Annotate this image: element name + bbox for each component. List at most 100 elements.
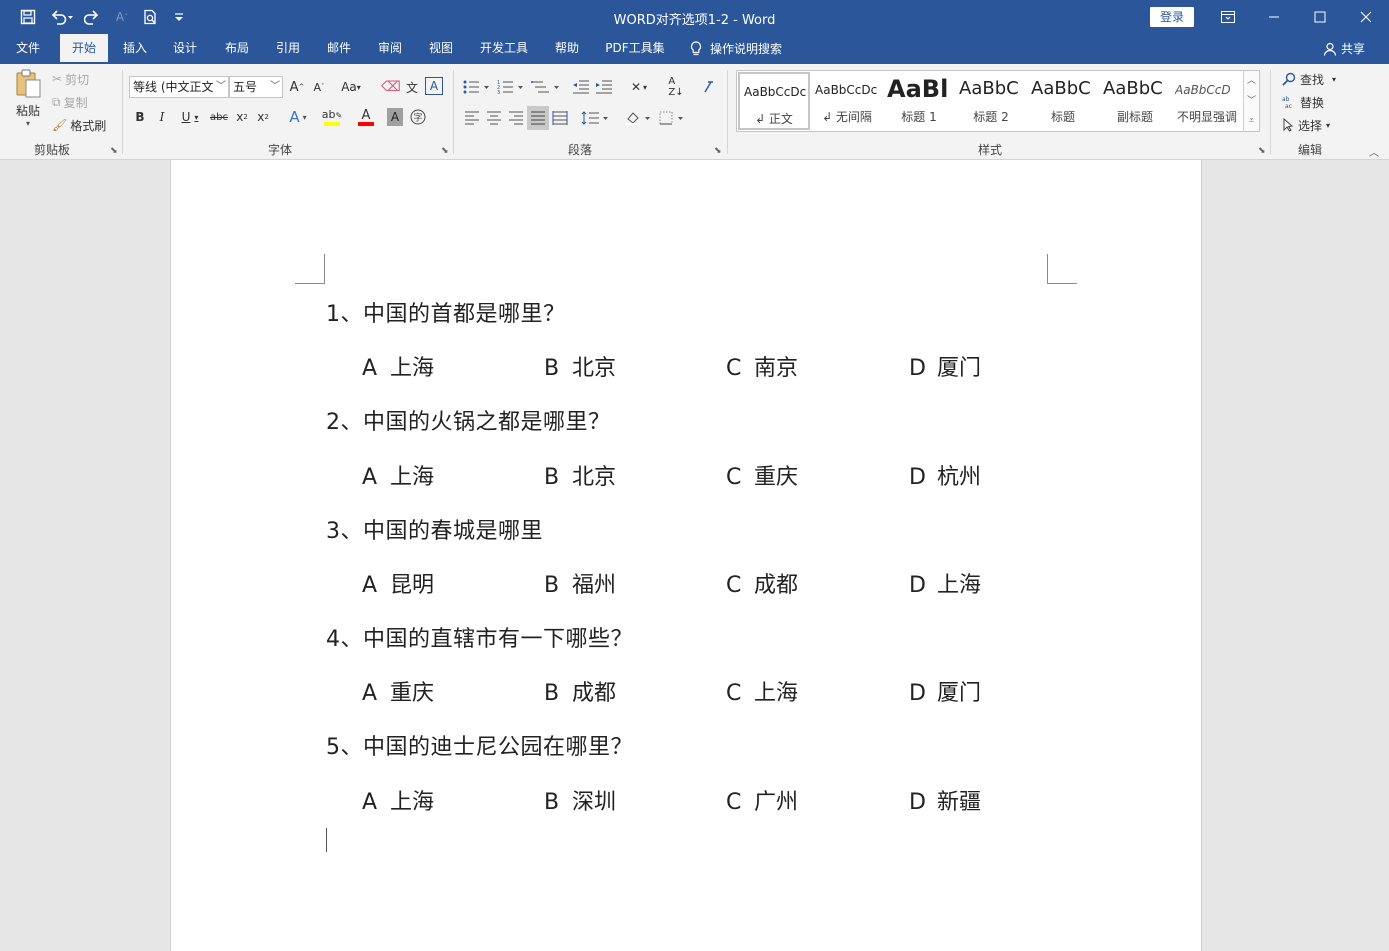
option-item[interactable]: D 厦门 (909, 675, 981, 707)
close-icon[interactable] (1343, 0, 1389, 34)
bold-icon[interactable]: B (132, 107, 148, 127)
option-item[interactable]: A 上海 (362, 784, 434, 816)
gallery-scroll-down-icon[interactable]: ﹀ (1243, 91, 1259, 111)
font-size-combo[interactable]: 五号 ﹀ (229, 76, 283, 98)
tab-home[interactable]: 开始 (60, 34, 108, 64)
text-effects-icon[interactable]: A ▾ (284, 107, 312, 127)
tab-file[interactable]: 文件 (6, 34, 50, 64)
style-heading-2[interactable]: AaBbC 标题 2 (955, 72, 1027, 130)
copy-button[interactable]: ⧉ 复制 (52, 93, 88, 111)
option-item[interactable]: A 上海 (362, 459, 434, 491)
tab-developer[interactable]: 开发工具 (472, 34, 536, 64)
phonetic-guide-icon[interactable]: 文 (402, 76, 422, 98)
tell-me-search[interactable]: 操作说明搜索 (690, 34, 802, 64)
paste-button[interactable]: 粘贴 ▾ (8, 68, 48, 134)
font-color-icon[interactable]: A (350, 107, 382, 127)
shrink-font-icon[interactable]: Aˇ (310, 77, 328, 97)
tab-pdf-tools[interactable]: PDF工具集 (598, 34, 672, 64)
tab-view[interactable]: 视图 (420, 34, 462, 64)
option-item[interactable]: B 成都 (544, 675, 616, 707)
font-name-combo[interactable]: 等线 (中文正文 ﹀ (129, 76, 229, 98)
replace-button[interactable]: ab ac 替换 (1282, 93, 1324, 111)
align-left-icon[interactable] (462, 107, 482, 129)
question-text[interactable]: 3、中国的春城是哪里 (326, 513, 543, 545)
option-item[interactable]: B 福州 (544, 567, 616, 599)
login-button[interactable]: 登录 (1150, 7, 1194, 27)
option-item[interactable]: B 北京 (544, 459, 616, 491)
justify-icon[interactable] (527, 106, 549, 130)
sort-icon[interactable]: A Z↓ (666, 76, 686, 98)
distributed-icon[interactable] (550, 107, 570, 129)
paste-dropdown-icon[interactable]: ▾ (26, 119, 30, 128)
grow-font-icon[interactable]: A ^ (288, 77, 306, 97)
gallery-more-icon[interactable]: ⩡ (1243, 111, 1259, 131)
gallery-scroll-up-icon[interactable]: ︿ (1243, 71, 1259, 91)
style-subtitle[interactable]: AaBbC 副标题 (1099, 72, 1171, 130)
chinese-layout-icon[interactable]: ✕ ▾ (624, 76, 654, 98)
multilevel-list-icon[interactable] (530, 76, 562, 98)
question-text[interactable]: 4、中国的直辖市有一下哪些？ (326, 621, 633, 653)
select-button[interactable]: 选择 ▾ (1282, 116, 1330, 134)
option-item[interactable]: D 厦门 (909, 350, 981, 382)
option-item[interactable]: A 上海 (362, 350, 434, 382)
question-text[interactable]: 1、中国的首都是哪里？ (326, 296, 566, 328)
option-item[interactable]: D 上海 (909, 567, 981, 599)
show-marks-icon[interactable] (700, 76, 716, 98)
option-item[interactable]: B 深圳 (544, 784, 616, 816)
tab-mailings[interactable]: 邮件 (318, 34, 360, 64)
style-title[interactable]: AaBbC 标题 (1027, 72, 1099, 130)
tab-review[interactable]: 审阅 (369, 34, 411, 64)
underline-icon[interactable]: U ▾ (176, 107, 204, 127)
style-heading-1[interactable]: AaBl 标题 1 (883, 72, 955, 130)
font-launcher-icon[interactable]: ⬊ (441, 146, 451, 156)
option-item[interactable]: D 新疆 (909, 784, 981, 816)
paragraph-launcher-icon[interactable]: ⬊ (714, 146, 724, 156)
borders-icon[interactable] (658, 107, 690, 129)
tab-help[interactable]: 帮助 (546, 34, 588, 64)
tab-layout[interactable]: 布局 (216, 34, 258, 64)
option-item[interactable]: C 南京 (726, 350, 798, 382)
character-border-icon[interactable]: A (425, 77, 443, 95)
share-button[interactable]: 共享 (1323, 34, 1365, 64)
change-case-icon[interactable]: Aa ▾ (336, 77, 366, 97)
question-text[interactable]: 5、中国的迪士尼公园在哪里？ (326, 729, 633, 761)
decrease-indent-icon[interactable] (571, 76, 591, 98)
tab-design[interactable]: 设计 (164, 34, 206, 64)
option-item[interactable]: B 北京 (544, 350, 616, 382)
minimize-icon[interactable] (1251, 0, 1297, 34)
style-subtle-emphasis[interactable]: AaBbCcD 不明显强调 (1171, 72, 1243, 130)
line-spacing-icon[interactable] (580, 107, 612, 129)
shading-icon[interactable] (623, 107, 655, 129)
option-item[interactable]: A 昆明 (362, 567, 434, 599)
find-button[interactable]: 查找 ▾ (1282, 70, 1336, 88)
enclose-characters-icon[interactable]: 字 (409, 108, 427, 126)
format-painter-button[interactable]: 🖌 格式刷 (52, 116, 106, 134)
collapse-ribbon-icon[interactable]: ︿ (1366, 144, 1382, 159)
highlight-color-icon[interactable]: ab✎ (316, 107, 348, 127)
ribbon-display-icon[interactable] (1205, 0, 1251, 34)
option-item[interactable]: C 上海 (726, 675, 798, 707)
question-text[interactable]: 2、中国的火锅之都是哪里？ (326, 404, 611, 436)
tab-insert[interactable]: 插入 (114, 34, 156, 64)
option-item[interactable]: C 广州 (726, 784, 798, 816)
maximize-icon[interactable] (1297, 0, 1343, 34)
clear-formatting-icon[interactable]: ⌫ (381, 77, 401, 97)
italic-icon[interactable]: I (154, 107, 170, 127)
align-center-icon[interactable] (484, 107, 504, 129)
tab-references[interactable]: 引用 (267, 34, 309, 64)
superscript-icon[interactable]: x2 (254, 107, 272, 127)
character-shading-icon[interactable]: A (387, 108, 403, 126)
document-page[interactable]: 1、中国的首都是哪里？ A 上海 B 北京 C 南京 D 厦门 2、中国的火锅之都是哪里… (170, 160, 1202, 951)
align-right-icon[interactable] (506, 107, 526, 129)
increase-indent-icon[interactable] (594, 76, 614, 98)
option-item[interactable]: D 杭州 (909, 459, 981, 491)
numbering-icon[interactable]: 123 (496, 76, 526, 98)
clipboard-launcher-icon[interactable]: ⬊ (110, 146, 120, 156)
subscript-icon[interactable]: x2 (233, 107, 251, 127)
bullets-icon[interactable] (462, 76, 492, 98)
styles-launcher-icon[interactable]: ⬊ (1258, 146, 1268, 156)
option-item[interactable]: C 重庆 (726, 459, 798, 491)
strikethrough-icon[interactable]: abc (208, 107, 230, 127)
option-item[interactable]: A 重庆 (362, 675, 434, 707)
cut-button[interactable]: ✂ 剪切 (52, 70, 89, 88)
